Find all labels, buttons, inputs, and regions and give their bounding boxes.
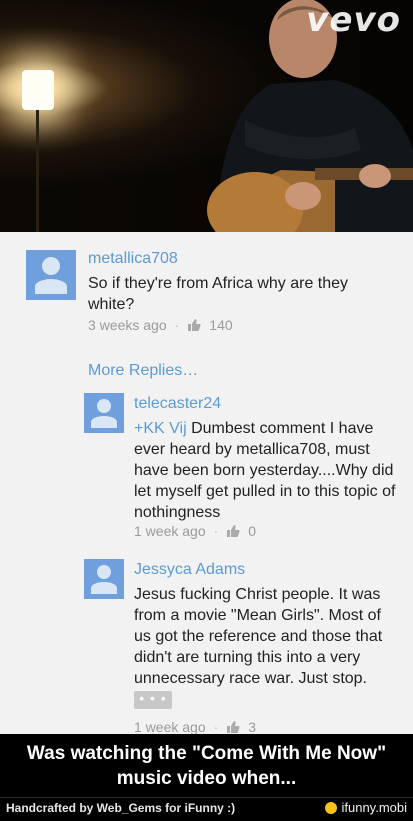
reply-meta: 1 week ago · 0 <box>134 523 256 539</box>
video-thumbnail[interactable]: vevo <box>0 0 413 232</box>
comments-section: metallica708 So if they're from Africa w… <box>0 232 413 734</box>
reply-text: Jesus fucking Christ people. It was from… <box>134 586 383 687</box>
footer-bar: Handcrafted by Web_Gems for iFunny :) if… <box>0 797 413 821</box>
comment-meta: 3 weeks ago · 140 <box>88 317 233 333</box>
like-count: 0 <box>248 523 257 539</box>
separator-dot: · <box>213 523 219 539</box>
vevo-watermark: vevo <box>306 0 401 40</box>
reply-meta: 1 week ago · 3 <box>134 719 256 734</box>
expand-button[interactable]: • • • <box>134 691 172 709</box>
light-stand <box>36 110 39 232</box>
like-count: 140 <box>209 317 233 333</box>
avatar[interactable] <box>84 393 124 433</box>
ifunny-brand[interactable]: ifunny.mobi <box>325 800 407 815</box>
credit-text: Handcrafted by Web_Gems for iFunny :) <box>6 801 236 815</box>
thumbs-up-icon[interactable] <box>226 524 240 538</box>
thumbs-up-icon[interactable] <box>226 720 240 734</box>
caption-line-1: Was watching the "Come With Me Now" <box>26 743 387 764</box>
comment-text: So if they're from Africa why are they w… <box>88 275 349 313</box>
reply-author[interactable]: telecaster24 <box>134 395 221 413</box>
mention-link[interactable]: +KK Vij <box>134 420 187 437</box>
caption-line-2: music video when... <box>116 768 297 789</box>
avatar[interactable] <box>84 559 124 599</box>
like-count: 3 <box>248 719 257 734</box>
reply-text: +KK Vij Dumbest comment I have ever hear… <box>134 418 396 523</box>
studio-light <box>22 70 54 110</box>
more-replies-link[interactable]: More Replies… <box>88 362 198 380</box>
brand-label: ifunny.mobi <box>341 800 407 815</box>
reply-author[interactable]: Jessyca Adams <box>134 561 245 579</box>
reply-time: 1 week ago <box>134 719 206 734</box>
meme-caption: Was watching the "Come With Me Now" musi… <box>0 734 413 797</box>
reply-time: 1 week ago <box>134 523 206 539</box>
separator-dot: · <box>213 719 219 734</box>
comment-time: 3 weeks ago <box>88 317 167 333</box>
smiley-icon <box>325 801 338 814</box>
avatar[interactable] <box>26 250 76 300</box>
comment-author[interactable]: metallica708 <box>88 250 178 268</box>
thumbs-up-icon[interactable] <box>187 318 201 332</box>
separator-dot: · <box>174 317 180 333</box>
